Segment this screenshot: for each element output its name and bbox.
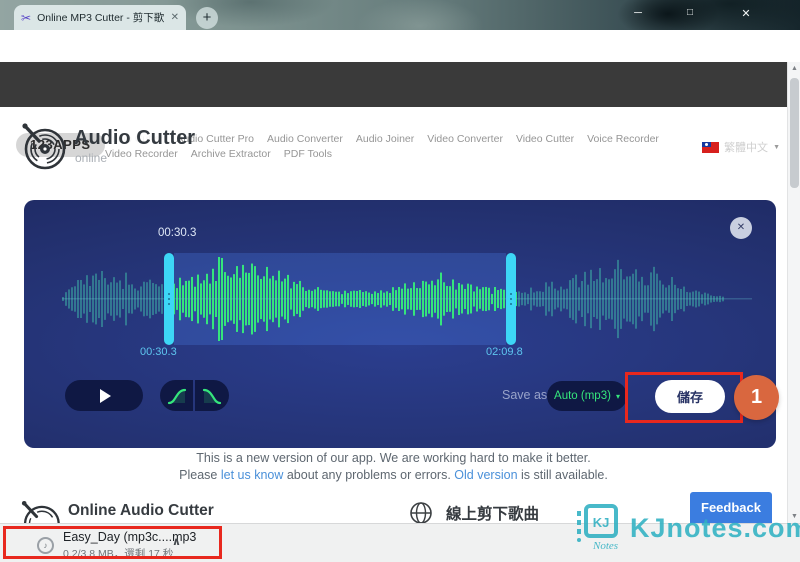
screen: ✂ Online MP3 Cutter - 剪下歌曲 ✕ + ─ □ ✕ ← →… — [0, 0, 800, 562]
close-window-button[interactable]: ✕ — [737, 7, 755, 20]
page-title: Audio Cutter — [74, 127, 196, 149]
section-heading-left: Online Audio Cutter — [68, 502, 214, 519]
selection-start-time: 00:30.3 — [140, 346, 177, 358]
download-item[interactable]: ♪ Easy_Day (mp3c....mp3 0.2/3.8 MB，還剩 17… — [10, 524, 210, 562]
vinyl-record-icon — [22, 123, 66, 170]
play-icon — [100, 388, 111, 403]
panel-close-button[interactable]: ✕ — [730, 217, 752, 239]
page-subtitle: online — [75, 151, 108, 165]
waveform[interactable] — [24, 253, 776, 345]
fade-out-icon — [202, 388, 222, 404]
selection-end-time: 02:09.8 — [486, 346, 523, 358]
browser-tab[interactable]: ✂ Online MP3 Cutter - 剪下歌曲 ✕ — [14, 5, 186, 30]
save-as-label: Save as: — [502, 388, 551, 402]
site-navbar: 123APPS Audio Cutter Audio Cutter Pro Audi… — [0, 62, 800, 160]
new-tab-button[interactable]: + — [196, 7, 218, 29]
play-button[interactable] — [65, 380, 143, 411]
notice-text: This is a new version of our app. We are… — [0, 450, 787, 484]
nav-link-pdf-tools[interactable]: PDF Tools — [284, 148, 332, 160]
selection-handle-left[interactable] — [164, 253, 174, 345]
notice-line1: This is a new version of our app. We are… — [196, 451, 591, 465]
nav-link-video-cutter[interactable]: Video Cutter — [516, 133, 574, 145]
section-heading-right: 線上剪下歌曲 — [446, 506, 540, 523]
language-selector[interactable]: 繁體中文 ▼ — [702, 139, 780, 155]
nav-link-audio-converter[interactable]: Audio Converter — [267, 133, 343, 145]
browser-toolbar: ← → ⟳ https://mp3cut.net/tw/ ☆ ⋮ — [0, 30, 800, 87]
feedback-button[interactable]: Feedback — [690, 492, 772, 523]
tab-title: Online MP3 Cutter - 剪下歌曲 — [37, 12, 165, 24]
maximize-button[interactable]: □ — [681, 7, 699, 18]
scrollbar-thumb[interactable] — [790, 78, 799, 188]
download-expand-icon[interactable]: ∧ — [172, 535, 181, 548]
taiwan-flag-icon — [702, 141, 720, 153]
step-badge: 1 — [734, 375, 779, 420]
download-progress: 0.2/3.8 MB，還剩 17 秒 — [63, 548, 174, 560]
fade-in-button[interactable] — [160, 380, 193, 411]
scissors-favicon-icon: ✂ — [21, 10, 32, 25]
format-value: Auto (mp3) — [554, 390, 611, 402]
editor-panel: ✕ 00:30.3 00:30.3 02:09.8 Save as: Auto … — [24, 200, 776, 448]
audio-file-icon: ♪ — [37, 537, 54, 554]
selection-handle-right[interactable] — [506, 253, 516, 345]
old-version-link[interactable]: Old version — [454, 468, 517, 482]
tab-close-icon[interactable]: ✕ — [171, 12, 179, 23]
vinyl-record-icon-partial — [18, 498, 64, 523]
fade-out-button[interactable] — [195, 380, 229, 411]
chevron-down-icon: ▼ — [773, 143, 780, 151]
download-shelf: ♪ Easy_Day (mp3c....mp3 0.2/3.8 MB，還剩 17… — [0, 523, 800, 562]
current-time-label: 00:30.3 — [158, 227, 197, 239]
browser-titlebar: ✂ Online MP3 Cutter - 剪下歌曲 ✕ + ─ □ ✕ — [0, 0, 800, 30]
format-select[interactable]: Auto (mp3) ▾ — [547, 381, 627, 411]
nav-link-archive-extractor[interactable]: Archive Extractor — [191, 148, 271, 160]
minimize-button[interactable]: ─ — [629, 7, 647, 19]
page-scrollbar[interactable]: ▲ ▼ — [787, 62, 800, 523]
chevron-down-icon: ▾ — [615, 391, 620, 401]
fade-in-icon — [167, 388, 186, 404]
language-label: 繁體中文 — [724, 142, 769, 154]
save-button[interactable]: 儲存 — [655, 380, 725, 413]
scroll-up-icon[interactable]: ▲ — [788, 65, 800, 72]
notice-line2: Please let us know about any problems or… — [179, 468, 608, 482]
nav-link-audio-joiner[interactable]: Audio Joiner — [356, 133, 414, 145]
scroll-down-icon[interactable]: ▼ — [788, 513, 800, 520]
nav-link-voice-recorder[interactable]: Voice Recorder — [587, 133, 659, 145]
nav-link-video-converter[interactable]: Video Converter — [427, 133, 503, 145]
let-us-know-link[interactable]: let us know — [221, 468, 284, 482]
